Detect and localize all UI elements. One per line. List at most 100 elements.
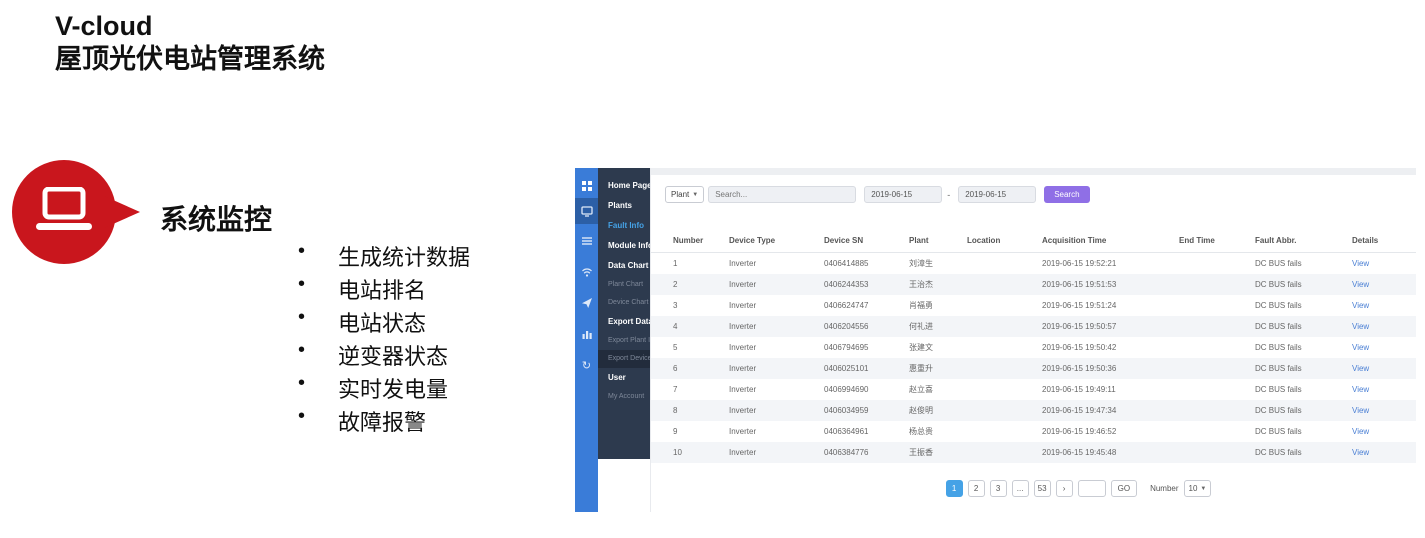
column-header: Location	[967, 228, 1042, 253]
table-row: 1Inverter0406414885刘漳生2019-06-15 19:52:2…	[651, 253, 1416, 275]
view-link[interactable]: View	[1352, 427, 1369, 436]
monitor-badge	[12, 160, 116, 264]
date-to-input[interactable]	[958, 186, 1036, 203]
sidebar-item-plants[interactable]: Plants	[598, 196, 650, 216]
cell-fault_abbr: DC BUS fails	[1255, 421, 1352, 442]
cell-plant: 肖福勇	[909, 295, 967, 316]
badge-arrow	[104, 196, 140, 228]
sidebar-item-data-chart[interactable]: Data Chart	[598, 256, 650, 276]
page-jump-input[interactable]	[1078, 480, 1106, 497]
view-link[interactable]: View	[1352, 364, 1369, 373]
cell-details: View	[1352, 316, 1416, 337]
sidebar-item-module-info[interactable]: Module Info	[598, 236, 650, 256]
page-size-select[interactable]: 10 ▼	[1184, 480, 1212, 497]
cell-fault_abbr: DC BUS fails	[1255, 358, 1352, 379]
plant-filter-dropdown[interactable]: Plant ▼	[665, 186, 704, 203]
cell-fault_abbr: DC BUS fails	[1255, 295, 1352, 316]
page-button-3[interactable]: 3	[990, 480, 1007, 497]
sidebar-item-fault-info[interactable]: Fault Info	[598, 216, 650, 236]
cell-details: View	[1352, 337, 1416, 358]
cell-fault_abbr: DC BUS fails	[1255, 253, 1352, 275]
modules-icon[interactable]	[575, 228, 598, 254]
top-strip	[651, 168, 1416, 175]
view-link[interactable]: View	[1352, 385, 1369, 394]
cell-number: 7	[651, 379, 729, 400]
cell-details: View	[1352, 400, 1416, 421]
search-button[interactable]: Search	[1044, 186, 1089, 203]
page-button-ellipsis[interactable]: ...	[1012, 480, 1029, 497]
monitor-icon[interactable]	[575, 198, 598, 224]
refresh-icon[interactable]: ↻	[575, 353, 598, 379]
next-page-button[interactable]: ›	[1056, 480, 1073, 497]
search-input[interactable]	[708, 186, 856, 203]
view-link[interactable]: View	[1352, 343, 1369, 352]
table-header-row: NumberDevice TypeDevice SNPlantLocationA…	[651, 228, 1416, 253]
go-button[interactable]: GO	[1111, 480, 1137, 497]
view-link[interactable]: View	[1352, 259, 1369, 268]
cell-plant: 王振香	[909, 442, 967, 463]
view-link[interactable]: View	[1352, 406, 1369, 415]
table-row: 6Inverter0406025101惠重升2019-06-15 19:50:3…	[651, 358, 1416, 379]
sidebar-item-device-chart[interactable]: Device Chart	[598, 294, 650, 312]
cell-device_sn: 0406244353	[824, 274, 909, 295]
cell-device_sn: 0406384776	[824, 442, 909, 463]
view-link[interactable]: View	[1352, 448, 1369, 457]
cell-fault_abbr: DC BUS fails	[1255, 316, 1352, 337]
bullet-text: 故障报警	[338, 405, 426, 437]
cell-acquisition_time: 2019-06-15 19:46:52	[1042, 421, 1179, 442]
cell-end_time	[1179, 421, 1255, 442]
cell-number: 6	[651, 358, 729, 379]
cell-end_time	[1179, 274, 1255, 295]
cell-device_sn: 0406364961	[824, 421, 909, 442]
chart-icon[interactable]	[575, 321, 598, 347]
cell-device_sn: 0406624747	[824, 295, 909, 316]
page-button-53[interactable]: 53	[1034, 480, 1051, 497]
cell-fault_abbr: DC BUS fails	[1255, 442, 1352, 463]
cell-device_type: Inverter	[729, 421, 824, 442]
column-header: Acquisition Time	[1042, 228, 1179, 253]
page-size-value: 10	[1189, 484, 1198, 493]
sidebar-item-export-data[interactable]: Export Data	[598, 312, 650, 332]
sidebar-item-export-plant-info[interactable]: Export Plant Info	[598, 332, 650, 350]
page-button-1[interactable]: 1	[946, 480, 963, 497]
feature-bullet-list: •生成统计数据•电站排名•电站状态•逆变器状态•实时发电量•故障报警	[298, 240, 470, 438]
cell-acquisition_time: 2019-06-15 19:51:24	[1042, 295, 1179, 316]
sidebar-item-home-page[interactable]: Home Page	[598, 176, 650, 196]
bullet-dot: •	[298, 240, 338, 263]
sidebar-item-plant-chart[interactable]: Plant Chart	[598, 276, 650, 294]
chevron-down-icon: ▼	[1200, 486, 1206, 492]
feature-bullet: •实时发电量	[298, 372, 470, 405]
bullet-text: 电站状态	[338, 306, 426, 338]
wifi-icon[interactable]	[575, 259, 598, 285]
apps-grid-icon[interactable]	[575, 173, 598, 199]
page-button-2[interactable]: 2	[968, 480, 985, 497]
bullet-dot: •	[298, 372, 338, 395]
pagination-pages: 123... 53 ›	[946, 480, 1073, 497]
sidebar-item-my-account[interactable]: My Account	[598, 388, 650, 406]
column-header: End Time	[1179, 228, 1255, 253]
icon-strip: ↻	[575, 168, 598, 512]
column-header: Device Type	[729, 228, 824, 253]
cell-number: 3	[651, 295, 729, 316]
cell-end_time	[1179, 337, 1255, 358]
feature-bullet: •生成统计数据	[298, 240, 470, 273]
cell-plant: 张建文	[909, 337, 967, 358]
cell-details: View	[1352, 295, 1416, 316]
cell-acquisition_time: 2019-06-15 19:47:34	[1042, 400, 1179, 421]
cell-device_sn: 0406414885	[824, 253, 909, 275]
main-content: Plant ▼ - Search NumberDevice TypeDevice…	[650, 168, 1415, 512]
send-icon[interactable]	[575, 290, 598, 316]
cell-acquisition_time: 2019-06-15 19:45:48	[1042, 442, 1179, 463]
cell-acquisition_time: 2019-06-15 19:50:57	[1042, 316, 1179, 337]
date-from-input[interactable]	[864, 186, 942, 203]
cell-number: 8	[651, 400, 729, 421]
table-row: 8Inverter0406034959赵俊明2019-06-15 19:47:3…	[651, 400, 1416, 421]
view-link[interactable]: View	[1352, 322, 1369, 331]
view-link[interactable]: View	[1352, 280, 1369, 289]
bullet-dot: •	[298, 405, 338, 428]
view-link[interactable]: View	[1352, 301, 1369, 310]
sidebar-item-export-device-in[interactable]: Export Device In	[598, 350, 650, 368]
table-row: 10Inverter0406384776王振香2019-06-15 19:45:…	[651, 442, 1416, 463]
cell-details: View	[1352, 421, 1416, 442]
sidebar-item-user[interactable]: User	[598, 368, 650, 388]
